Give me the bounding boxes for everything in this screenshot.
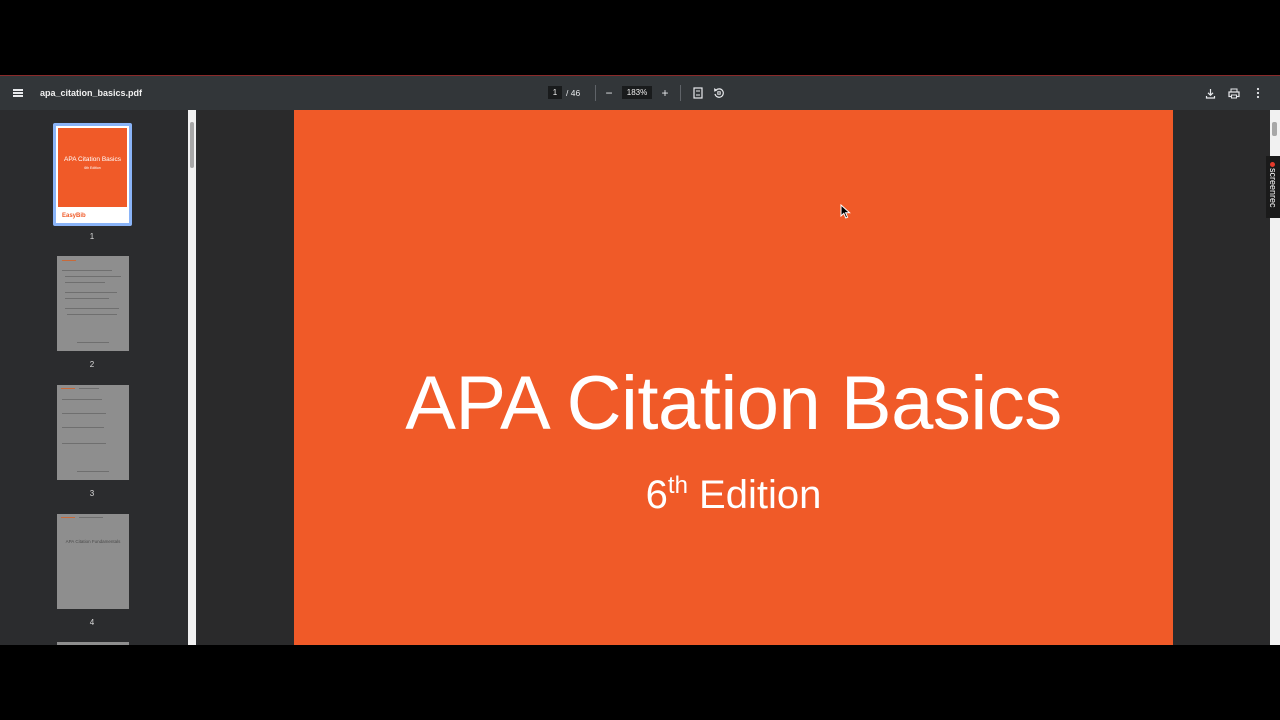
page-thumbnail-4[interactable]: APA Citation Fundamentals (57, 514, 129, 609)
thumbnail-sidebar: APA Citation Basics 6th Edition EasyBib … (0, 110, 198, 645)
document-filename: apa_citation_basics.pdf (40, 88, 143, 98)
page-total: / 46 (566, 88, 581, 98)
edition-suffix: th (667, 472, 688, 499)
easybib-logo: EasyBib (62, 213, 86, 219)
thumbnail-cover: APA Citation Basics 6th Edition (58, 128, 127, 207)
page-thumbnail-3[interactable] (57, 385, 129, 480)
pdf-page: APA Citation Basics 6th Edition (294, 110, 1173, 645)
document-scrollbar-thumb[interactable] (1272, 122, 1277, 136)
sidebar-scrollbar[interactable] (188, 110, 196, 645)
thumbnail-subtitle: 6th Edition (84, 166, 101, 170)
more-options-icon[interactable] (1252, 76, 1264, 110)
fit-page-icon[interactable] (691, 76, 705, 110)
page-thumbnail-5[interactable] (57, 642, 129, 645)
pdf-viewer: apa_citation_basics.pdf 1 / 46 − 183% + … (0, 75, 1280, 645)
page-number-input[interactable]: 1 (548, 86, 562, 99)
document-title: APA Citation Basics (405, 361, 1062, 446)
recorder-label: screenrec (1268, 168, 1278, 208)
toolbar-divider (680, 85, 681, 101)
page-thumbnail-1[interactable]: APA Citation Basics 6th Edition EasyBib (53, 123, 132, 226)
pdf-toolbar: apa_citation_basics.pdf 1 / 46 − 183% + (0, 76, 1280, 110)
edition-label: Edition (687, 473, 822, 517)
toolbar-divider (595, 85, 596, 101)
zoom-out-button[interactable]: − (602, 76, 616, 110)
zoom-in-button[interactable]: + (658, 76, 672, 110)
document-subtitle: 6th Edition (294, 462, 1173, 519)
thumbnail-number: 1 (89, 232, 95, 241)
record-dot-icon (1270, 162, 1275, 167)
page-thumbnail-2[interactable] (57, 256, 129, 351)
thumbnail-number: 3 (89, 489, 95, 498)
document-view[interactable]: APA Citation Basics 6th Edition (198, 110, 1270, 645)
thumbnail-title: APA Citation Fundamentals (65, 539, 121, 544)
rotate-icon[interactable] (712, 76, 726, 110)
thumbnail-number: 2 (89, 360, 95, 369)
print-icon[interactable] (1227, 76, 1241, 110)
thumbnail-number: 4 (89, 618, 95, 627)
sidebar-scrollbar-thumb[interactable] (190, 122, 194, 168)
zoom-input[interactable]: 183% (622, 86, 652, 99)
edition-number: 6 (645, 473, 668, 517)
menu-icon[interactable] (8, 76, 28, 110)
thumbnail-title: APA Citation Basics (64, 156, 121, 163)
download-icon[interactable] (1203, 76, 1217, 110)
